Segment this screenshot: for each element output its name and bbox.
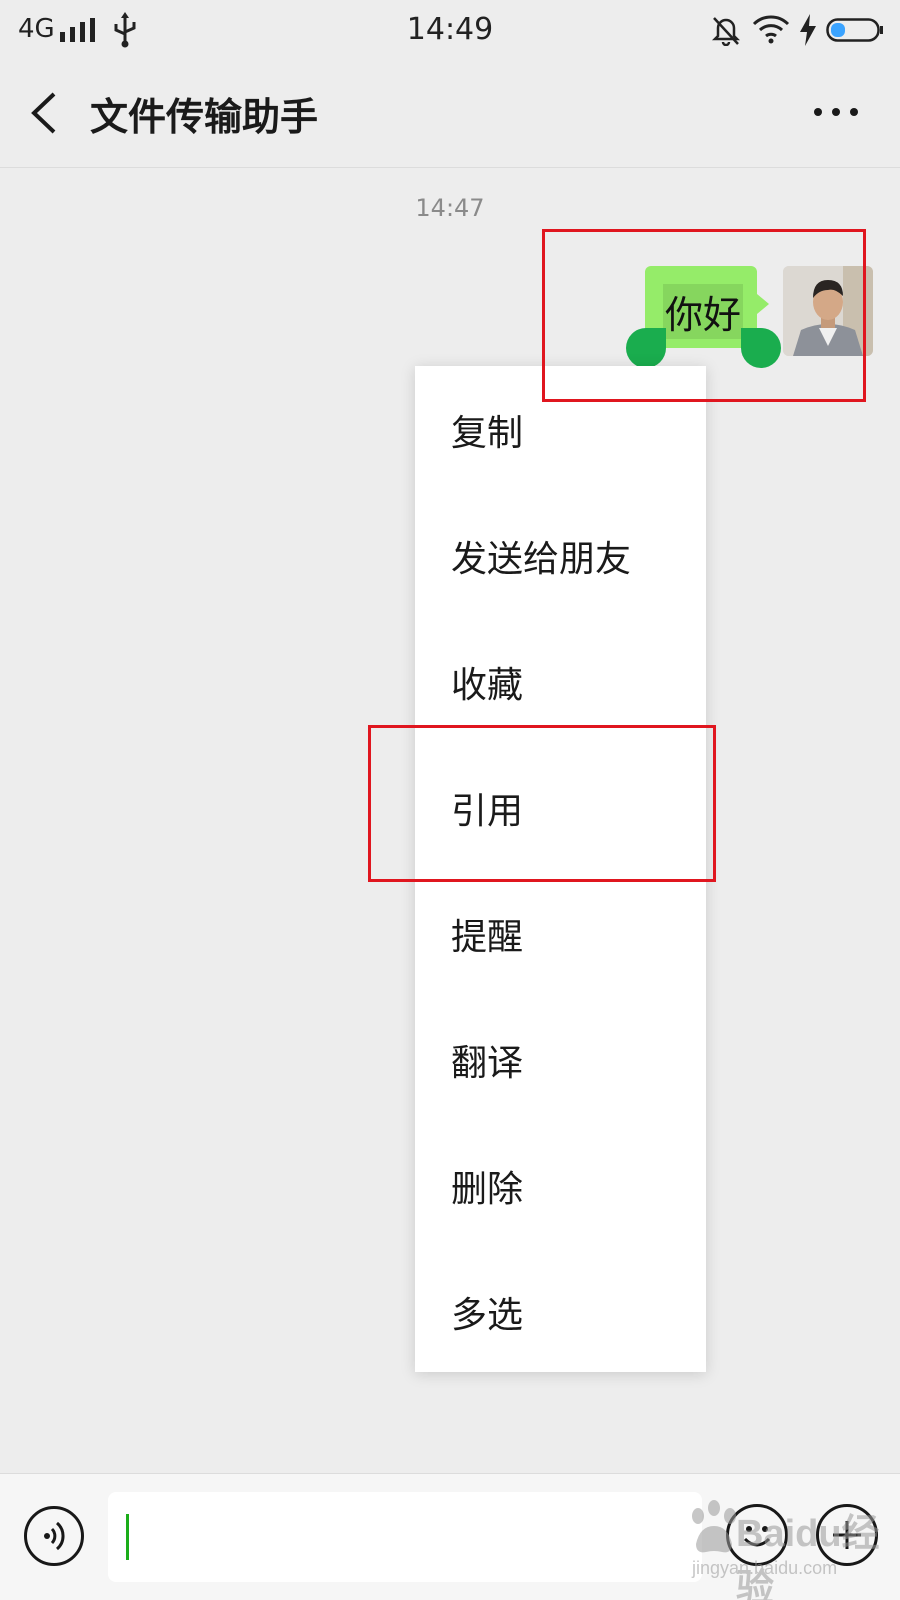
charging-icon [800, 14, 816, 46]
menu-item-label: 删除 [451, 1169, 524, 1210]
message-input[interactable] [108, 1492, 702, 1582]
menu-item-label: 多选 [451, 1295, 524, 1336]
annotation-box-quote [368, 725, 716, 882]
watermark-text: Baidu经验 [736, 1513, 880, 1600]
menu-item-send-to-friend[interactable]: 发送给朋友 [415, 492, 706, 618]
menu-item-multi-select[interactable]: 多选 [415, 1248, 706, 1374]
watermark-url: jingyan.baidu.com [692, 1558, 838, 1578]
input-bar: Baidu经验 jingyan.baidu.com [0, 1473, 900, 1600]
menu-item-translate[interactable]: 翻译 [415, 996, 706, 1122]
chat-header: 文件传输助手 [0, 58, 900, 168]
menu-item-label: 发送给朋友 [451, 539, 632, 580]
chat-title: 文件传输助手 [90, 95, 319, 139]
wifi-icon [752, 15, 790, 44]
status-bar: 4G 14:49 [0, 0, 900, 58]
more-icon[interactable] [812, 102, 860, 122]
text-caret [126, 1514, 129, 1560]
menu-item-label: 复制 [451, 413, 524, 454]
menu-item-label: 收藏 [451, 665, 524, 706]
annotation-box-message [542, 229, 866, 402]
menu-item-remind[interactable]: 提醒 [415, 870, 706, 996]
menu-item-delete[interactable]: 删除 [415, 1122, 706, 1248]
battery-icon [826, 18, 883, 42]
paw-icon [692, 1500, 736, 1553]
watermark: Baidu经验 jingyan.baidu.com [686, 1494, 896, 1600]
back-icon[interactable] [26, 88, 62, 138]
menu-item-label: 翻译 [451, 1043, 524, 1084]
message-timestamp: 14:47 [415, 194, 485, 222]
voice-icon [44, 1521, 65, 1551]
mute-bell-icon [711, 17, 741, 46]
menu-item-label: 提醒 [451, 917, 524, 958]
voice-button[interactable] [24, 1506, 84, 1566]
